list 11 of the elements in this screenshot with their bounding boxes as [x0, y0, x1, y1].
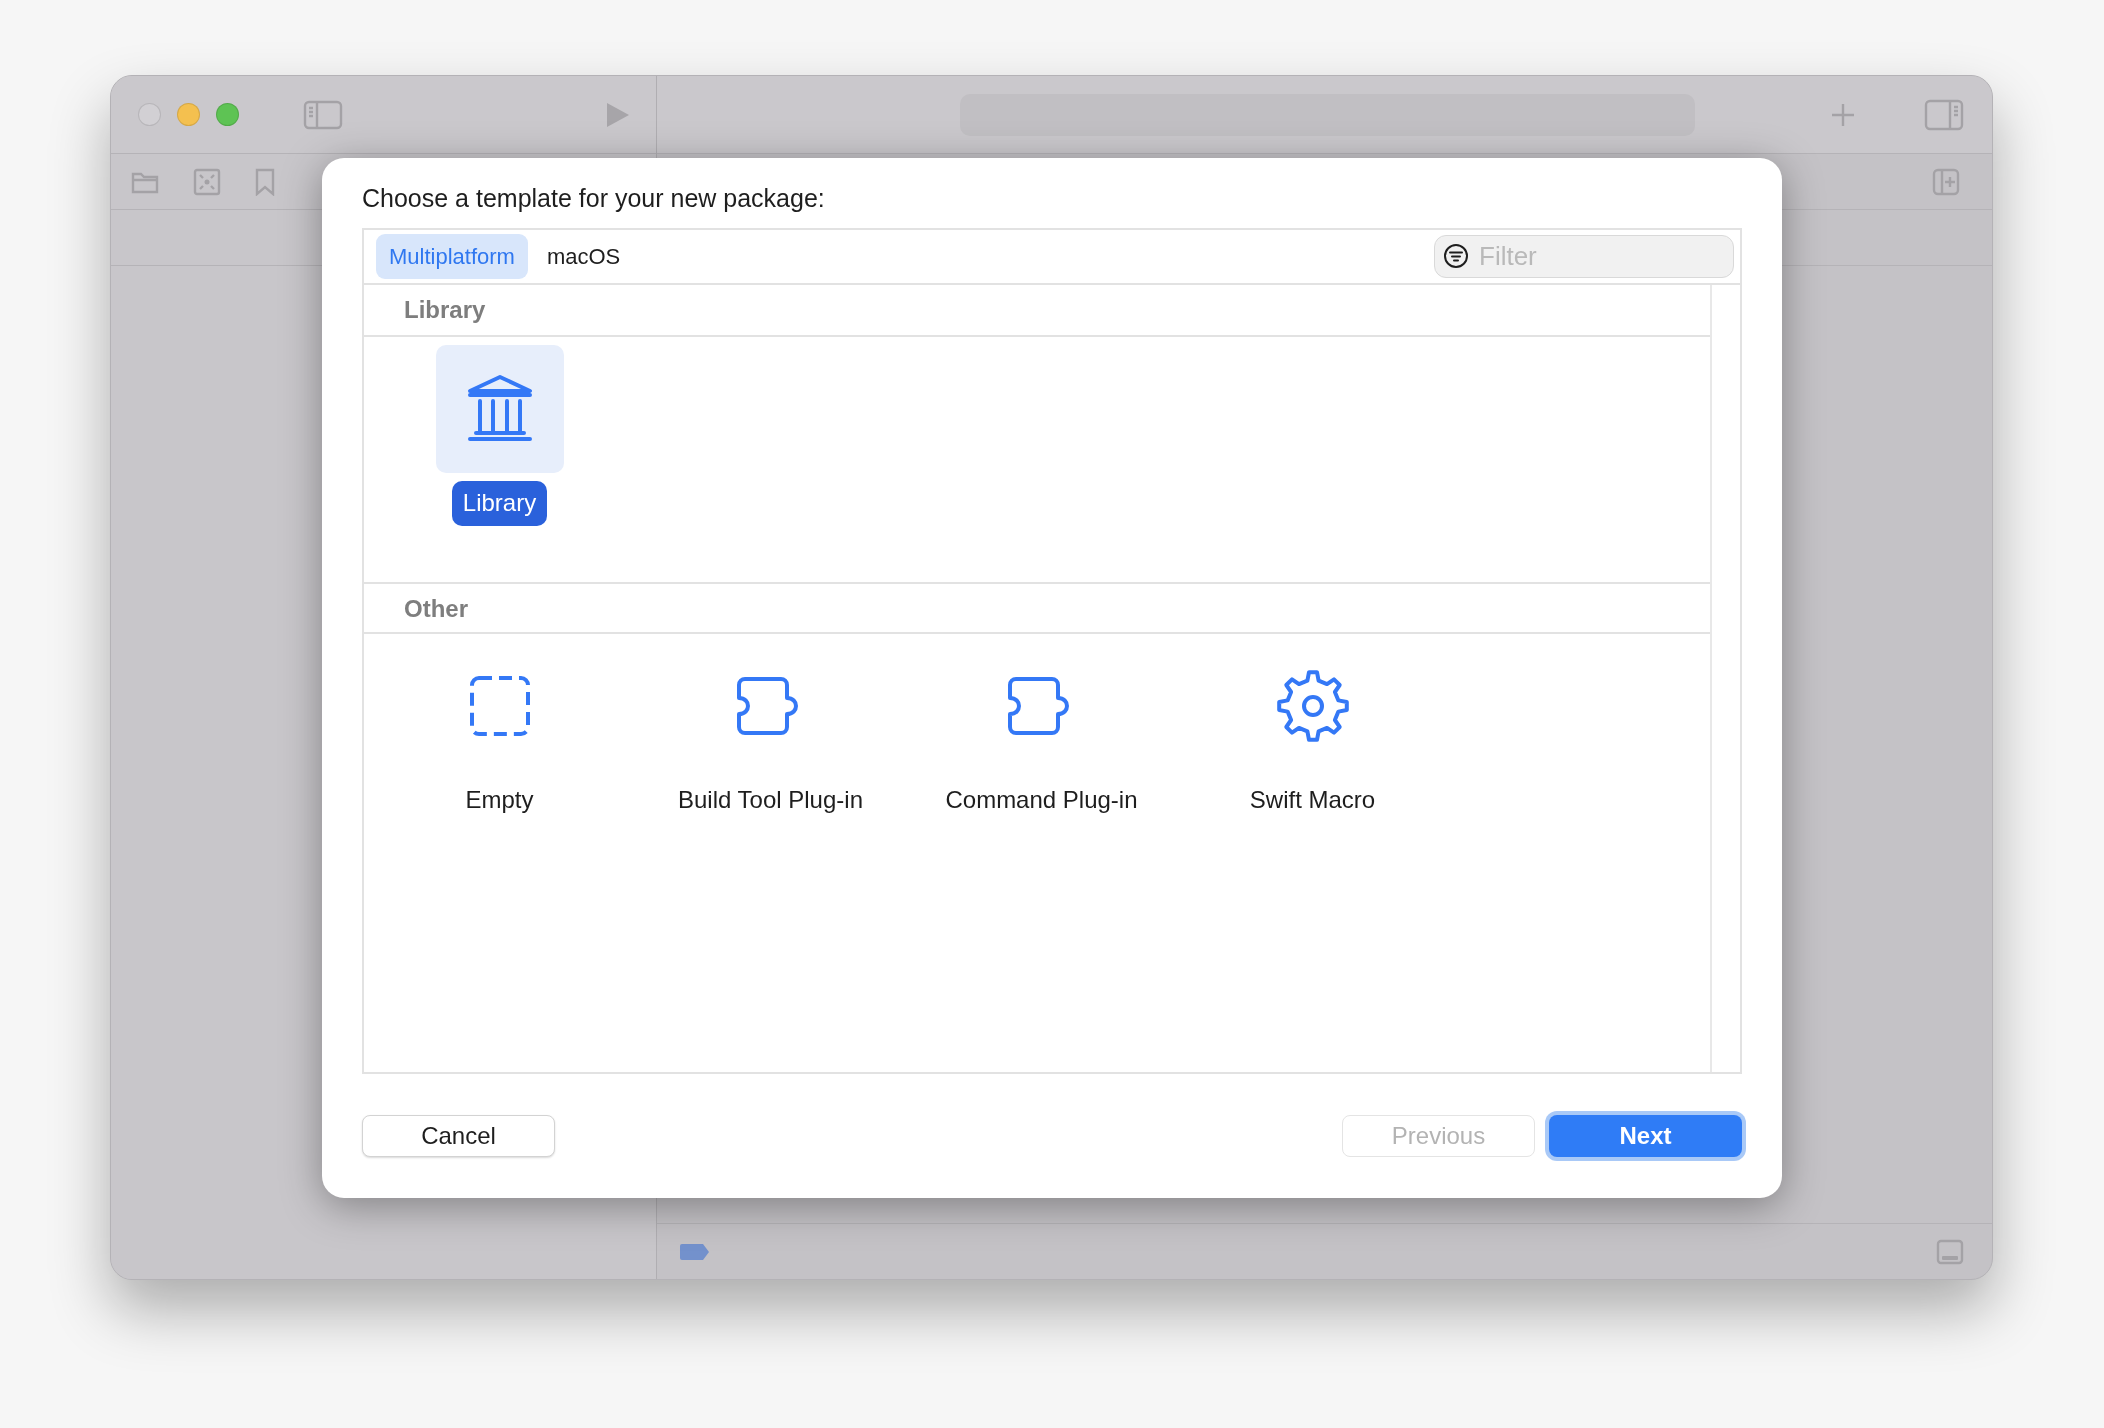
template-label[interactable]: Swift Macro [1238, 778, 1387, 823]
section-header: Library [364, 285, 1710, 337]
dialog-button[interactable]: Cancel [362, 1115, 555, 1157]
template-label[interactable]: Library [451, 481, 548, 526]
template-label[interactable]: Empty [454, 778, 545, 823]
section-header: Other [364, 582, 1710, 634]
template-label[interactable]: Command Plug-in [934, 778, 1149, 823]
filter-field[interactable]: Filter [1434, 235, 1734, 278]
template-label[interactable]: Build Tool Plug-in [667, 778, 874, 823]
tab[interactable]: macOS [533, 234, 634, 279]
dialog-title: Choose a template for your new package: [362, 183, 826, 214]
